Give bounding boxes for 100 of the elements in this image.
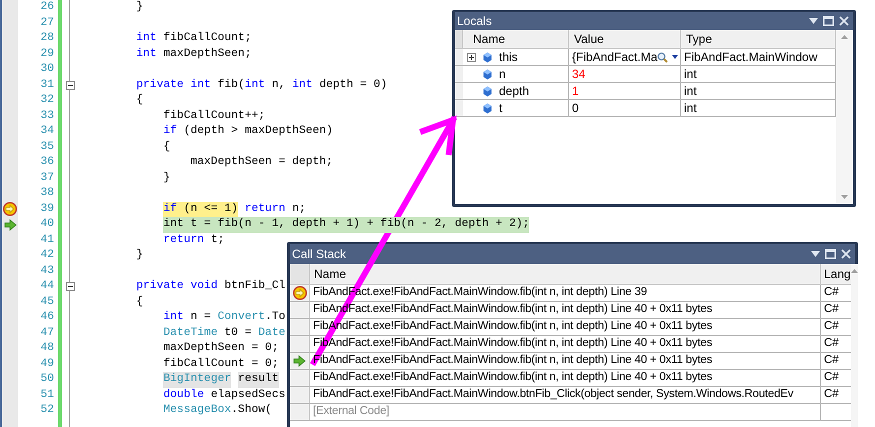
line-number: 36 — [40, 155, 54, 170]
maximize-icon[interactable] — [823, 16, 834, 26]
code-text: return — [244, 202, 286, 216]
code-text: return — [163, 232, 204, 248]
variable-type: FibAndFact.MainWindow — [684, 49, 818, 66]
collapse-toggle[interactable] — [66, 80, 74, 90]
line-number: 40 — [40, 217, 54, 232]
column-header[interactable]: Lang — [821, 264, 851, 284]
code-text: Date — [258, 326, 286, 340]
variable-type: int — [684, 83, 697, 100]
variable-value: 0 — [572, 100, 579, 117]
variable-icon — [483, 52, 492, 62]
code-text: .To — [265, 310, 286, 325]
line-number: 50 — [40, 372, 54, 387]
line-number: 42 — [40, 248, 54, 263]
line-number: 37 — [40, 170, 54, 186]
language-text: C# — [824, 285, 839, 300]
line-number: 27 — [40, 16, 54, 30]
code-text: if — [163, 124, 177, 139]
variable-icon — [483, 86, 492, 96]
dropdown-icon[interactable] — [809, 18, 818, 24]
line-number: 35 — [40, 140, 54, 154]
code-text: BigInteger — [163, 372, 232, 388]
code-text: n, — [272, 78, 286, 92]
code-text: fibCallCount++; — [163, 108, 266, 124]
variable-type: int — [684, 66, 697, 83]
window-title: Call Stack — [291, 246, 346, 263]
line-number: 29 — [40, 46, 54, 62]
language-text: C# — [824, 302, 839, 318]
maximize-icon[interactable] — [825, 249, 836, 259]
code-text: int — [244, 78, 266, 92]
code-text: fib( — [218, 78, 245, 92]
line-number: 32 — [40, 93, 54, 108]
line-number: 31 — [40, 78, 54, 92]
line-number: 51 — [40, 388, 54, 402]
code-text: } — [136, 0, 144, 15]
dropdown-icon[interactable] — [811, 251, 820, 257]
line-number: 49 — [40, 356, 54, 372]
column-header[interactable]: Value — [569, 30, 681, 48]
breakpoint-margin[interactable] — [0, 0, 18, 427]
line-number: 38 — [40, 186, 54, 201]
variable-value: {FibAndFact.Ma — [572, 49, 658, 66]
stack-frame[interactable]: FibAndFact.exe!FibAndFact.MainWindow.fib(int n, int depth) Line 40 + 0x11 bytes — [313, 369, 712, 387]
code-text: n = — [190, 310, 212, 325]
line-number: 26 — [40, 0, 54, 15]
code-text: fibCallCount = 0; — [163, 356, 279, 372]
variable-name: t — [499, 100, 502, 117]
code-text: .Show( — [231, 403, 272, 418]
code-text: } — [136, 248, 144, 263]
code-text: btnFib_Cl — [224, 279, 286, 294]
line-number: 41 — [40, 232, 54, 248]
code-text: (depth > maxDepthSeen) — [184, 124, 333, 139]
close-icon[interactable] — [839, 16, 849, 26]
code-text: maxDepthSeen = 0; — [163, 341, 279, 356]
language-text: C# — [824, 336, 839, 352]
expand-toggle[interactable] — [467, 52, 476, 62]
variable-value: 1 — [572, 83, 579, 100]
variable-name: depth — [499, 83, 530, 100]
variable-name: this — [499, 49, 518, 66]
collapse-toggle[interactable] — [66, 282, 74, 292]
code-text: int — [163, 310, 184, 325]
stack-frame[interactable]: FibAndFact.exe!FibAndFact.MainWindow.btnFib_Click(object sender, System.Windows.RoutedEv — [313, 386, 794, 404]
line-number: 34 — [40, 124, 54, 139]
language-text: C# — [824, 319, 839, 334]
line-number: 47 — [40, 326, 54, 340]
code-text: } — [163, 170, 170, 186]
code-text: result — [238, 372, 279, 388]
code-text: int t = fib(n - 1, depth + 1) + fib(n - 2, depth + 2); — [163, 217, 530, 232]
variable-value: 34 — [572, 66, 586, 83]
language-text: C# — [824, 353, 839, 368]
line-number: 33 — [40, 108, 54, 124]
code-text: elapsedSecs — [210, 388, 286, 402]
scrollbar[interactable] — [850, 264, 858, 427]
line-number: 28 — [40, 31, 54, 46]
column-header[interactable]: Name — [310, 264, 821, 284]
code-text: maxDepthSeen = depth; — [190, 155, 333, 170]
magnifier-icon[interactable] — [657, 52, 668, 62]
code-text: private — [136, 78, 184, 92]
variable-icon — [483, 102, 492, 114]
code-text: { — [136, 93, 144, 108]
code-text: t0 = — [224, 326, 252, 340]
code-text: int — [136, 46, 157, 62]
language-text: C# — [824, 370, 839, 386]
line-number: 44 — [40, 279, 54, 294]
window-title: Locals — [456, 13, 492, 30]
code-text: t; — [210, 232, 224, 248]
close-icon[interactable] — [841, 249, 851, 259]
row-header — [290, 404, 310, 420]
code-text: void — [190, 279, 218, 294]
column-header[interactable]: Name — [463, 30, 569, 48]
code-text: { — [136, 294, 144, 310]
line-number: 52 — [40, 403, 54, 418]
row-header — [290, 387, 310, 403]
code-text: { — [163, 140, 170, 154]
code-text: private — [136, 279, 184, 294]
line-number: 39 — [40, 202, 54, 216]
code-text: int — [292, 78, 313, 92]
variable-type: int — [684, 100, 697, 117]
line-number: 45 — [40, 294, 54, 310]
dropdown-icon[interactable] — [672, 55, 678, 59]
